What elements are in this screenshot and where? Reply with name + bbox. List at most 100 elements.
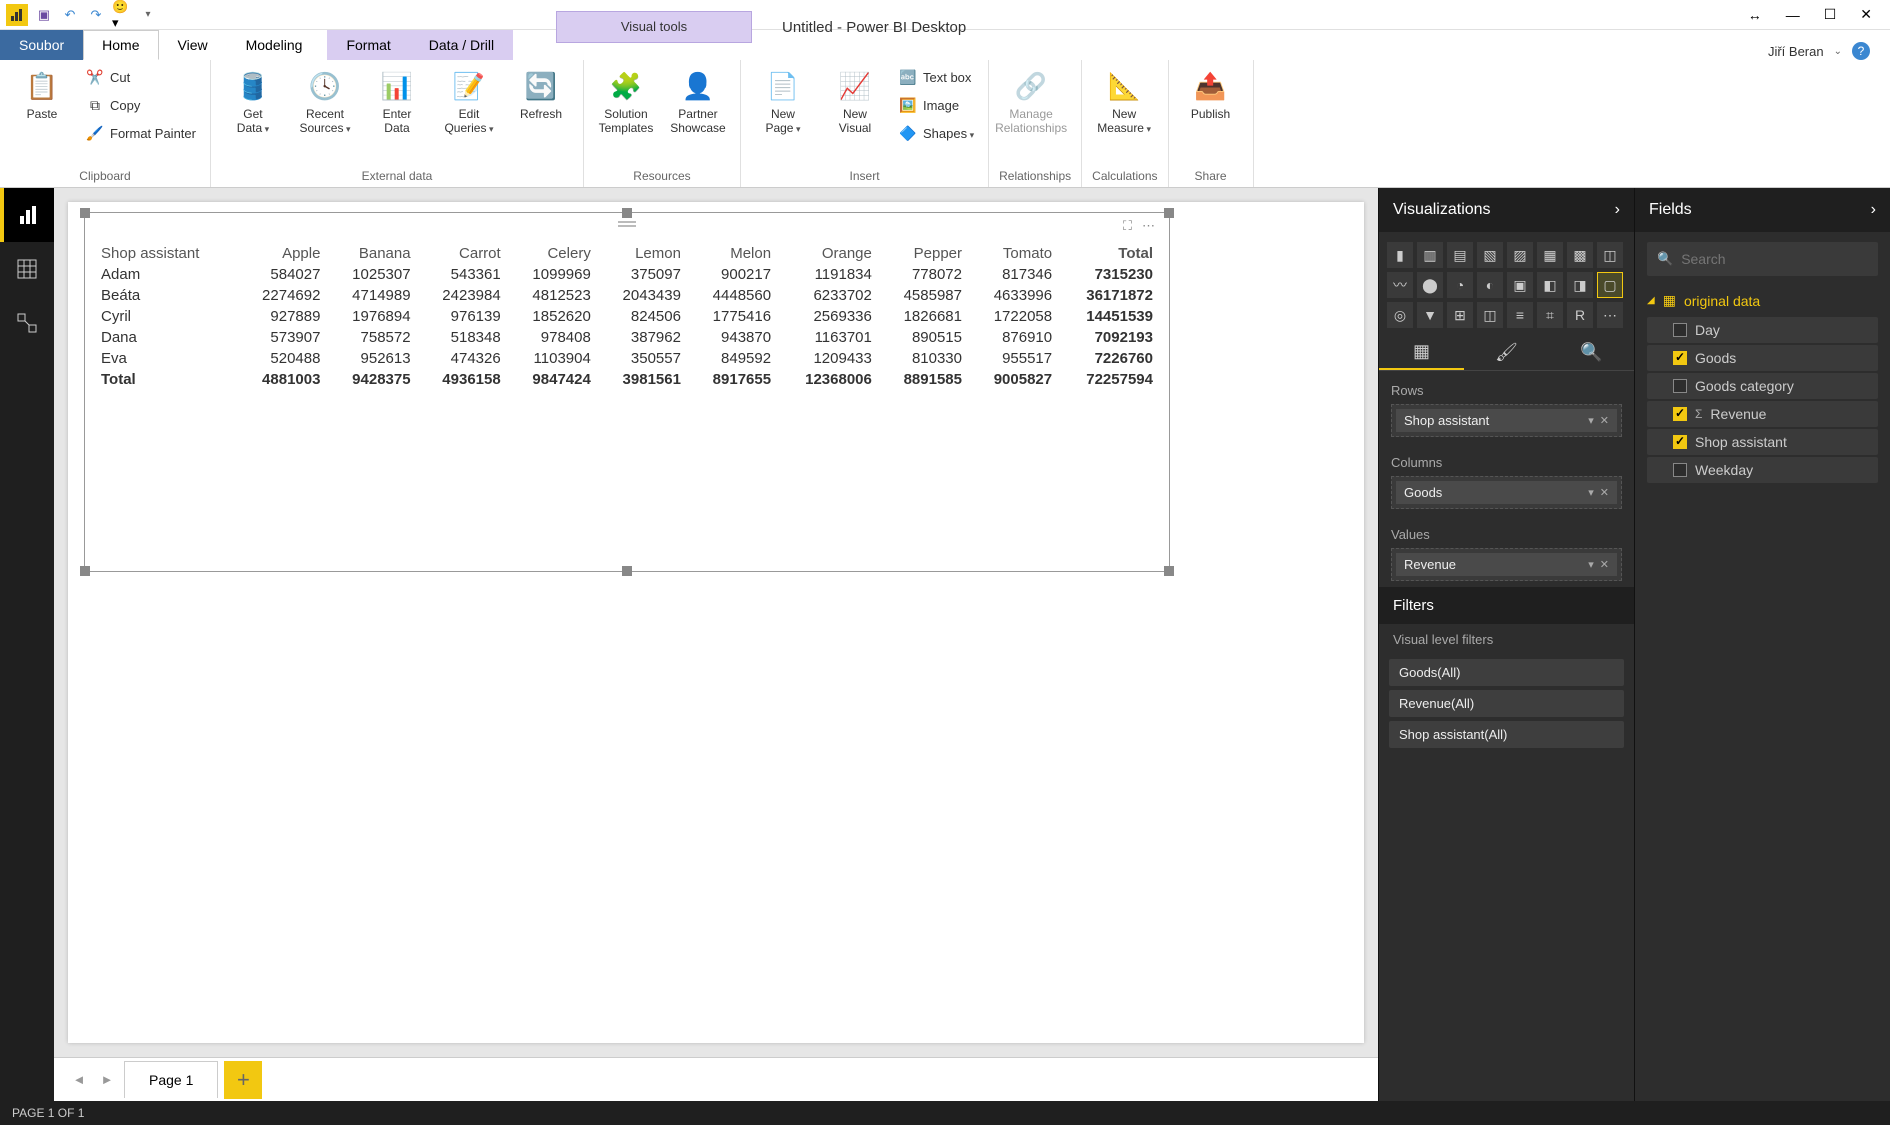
columns-item[interactable]: Goods▾✕ <box>1396 481 1617 504</box>
page-tab-1[interactable]: Page 1 <box>124 1061 218 1098</box>
report-canvas[interactable]: ⛶ ⋯ Shop assistantAppleBananaCarrotCeler… <box>68 202 1364 1043</box>
viz-type-icon[interactable]: ▦ <box>1537 242 1563 268</box>
qat-dropdown-icon[interactable]: ▾ <box>138 5 158 25</box>
viz-type-icon[interactable]: ▥ <box>1417 242 1443 268</box>
model-view-button[interactable] <box>0 296 54 350</box>
matrix-visual[interactable]: ⛶ ⋯ Shop assistantAppleBananaCarrotCeler… <box>84 212 1170 572</box>
fields-search[interactable]: 🔍 <box>1647 242 1878 276</box>
filter-item[interactable]: Goods(All) <box>1389 659 1624 686</box>
checkbox-icon[interactable] <box>1673 351 1687 365</box>
checkbox-icon[interactable] <box>1673 407 1687 421</box>
checkbox-icon[interactable] <box>1673 379 1687 393</box>
publish-button[interactable]: 📤Publish <box>1179 64 1243 122</box>
text-box-button[interactable]: 🔤Text box <box>895 64 978 90</box>
get-data-button[interactable]: 🛢️GetData <box>221 64 285 136</box>
tab-modeling[interactable]: Modeling <box>227 30 322 60</box>
cut-button[interactable]: ✂️Cut <box>82 64 200 90</box>
chevron-right-icon[interactable]: › <box>1615 201 1620 219</box>
more-options-icon[interactable]: ⋯ <box>1142 218 1155 234</box>
viz-type-icon[interactable]: ⊞ <box>1447 302 1473 328</box>
copy-button[interactable]: ⧉Copy <box>82 92 200 118</box>
fields-tab[interactable]: ▦ <box>1379 334 1464 370</box>
viz-type-icon[interactable]: ◫ <box>1597 242 1623 268</box>
viz-type-icon[interactable]: ⌗ <box>1537 302 1563 328</box>
viz-type-icon[interactable]: ⬤ <box>1417 272 1443 298</box>
viz-type-icon[interactable]: ◔ <box>1447 272 1473 298</box>
viz-type-icon[interactable]: ▨ <box>1507 242 1533 268</box>
field-row[interactable]: Weekday <box>1647 457 1878 483</box>
resize-icon[interactable]: ↔ <box>1748 7 1762 23</box>
filter-item[interactable]: Shop assistant(All) <box>1389 721 1624 748</box>
tab-data-drill[interactable]: Data / Drill <box>410 30 513 60</box>
data-view-button[interactable] <box>0 242 54 296</box>
focus-mode-icon[interactable]: ⛶ <box>1123 218 1132 234</box>
viz-type-icon[interactable]: ◐ <box>1477 272 1503 298</box>
format-tab[interactable]: 🖌 <box>1464 334 1549 370</box>
visualizations-header[interactable]: Visualizations › <box>1379 188 1634 232</box>
new-page-button[interactable]: 📄NewPage <box>751 64 815 136</box>
field-row[interactable]: Goods category <box>1647 373 1878 399</box>
page-next-button[interactable]: ► <box>96 1072 118 1087</box>
viz-type-icon[interactable]: ◎ <box>1387 302 1413 328</box>
viz-type-icon[interactable]: ▼ <box>1417 302 1443 328</box>
redo-icon[interactable]: ↷ <box>86 5 106 25</box>
format-painter-button[interactable]: 🖌️Format Painter <box>82 120 200 146</box>
smiley-icon[interactable]: 🙂▾ <box>112 5 132 25</box>
field-row[interactable]: Day <box>1647 317 1878 343</box>
minimize-icon[interactable]: — <box>1786 7 1800 23</box>
rows-item[interactable]: Shop assistant▾✕ <box>1396 409 1617 432</box>
search-input[interactable] <box>1681 251 1868 267</box>
tab-view[interactable]: View <box>159 30 227 60</box>
edit-queries-button[interactable]: 📝EditQueries <box>437 64 501 136</box>
undo-icon[interactable]: ↶ <box>60 5 80 25</box>
refresh-button[interactable]: 🔄Refresh <box>509 64 573 122</box>
field-row[interactable]: Shop assistant <box>1647 429 1878 455</box>
chevron-right-icon[interactable]: › <box>1871 201 1876 219</box>
partner-showcase-button[interactable]: 👤PartnerShowcase <box>666 64 730 136</box>
values-well[interactable]: Revenue▾✕ <box>1391 548 1622 581</box>
viz-type-icon[interactable]: ◫ <box>1477 302 1503 328</box>
filter-item[interactable]: Revenue(All) <box>1389 690 1624 717</box>
viz-type-icon[interactable]: ◨ <box>1567 272 1593 298</box>
chevron-down-icon[interactable]: ⌄ <box>1834 46 1842 57</box>
viz-type-icon[interactable]: ▢ <box>1597 272 1623 298</box>
new-visual-button[interactable]: 📈NewVisual <box>823 64 887 136</box>
checkbox-icon[interactable] <box>1673 323 1687 337</box>
report-view-button[interactable] <box>0 188 54 242</box>
paste-button[interactable]: 📋 Paste <box>10 64 74 122</box>
maximize-icon[interactable]: ☐ <box>1824 6 1837 23</box>
user-name[interactable]: Jiří Beran <box>1768 44 1824 59</box>
checkbox-icon[interactable] <box>1673 435 1687 449</box>
viz-type-icon[interactable]: ▣ <box>1507 272 1533 298</box>
tab-home[interactable]: Home <box>83 30 158 60</box>
viz-type-icon[interactable]: ▤ <box>1447 242 1473 268</box>
viz-type-icon[interactable]: ▧ <box>1477 242 1503 268</box>
recent-sources-button[interactable]: 🕓RecentSources <box>293 64 357 136</box>
checkbox-icon[interactable] <box>1673 463 1687 477</box>
new-measure-button[interactable]: 📐NewMeasure <box>1092 64 1156 136</box>
page-prev-button[interactable]: ◄ <box>68 1072 90 1087</box>
shapes-button[interactable]: 🔷Shapes <box>895 120 978 146</box>
viz-type-icon[interactable]: ⋯ <box>1597 302 1623 328</box>
viz-type-icon[interactable]: ◧ <box>1537 272 1563 298</box>
field-row[interactable]: Goods <box>1647 345 1878 371</box>
viz-type-icon[interactable]: R <box>1567 302 1593 328</box>
viz-type-icon[interactable]: ▩ <box>1567 242 1593 268</box>
analytics-tab[interactable]: 🔍 <box>1549 334 1634 370</box>
close-icon[interactable]: ✕ <box>1860 6 1872 23</box>
viz-type-icon[interactable]: ≡ <box>1507 302 1533 328</box>
tab-file[interactable]: Soubor <box>0 30 83 60</box>
save-icon[interactable]: ▣ <box>34 5 54 25</box>
rows-well[interactable]: Shop assistant▾✕ <box>1391 404 1622 437</box>
values-item[interactable]: Revenue▾✕ <box>1396 553 1617 576</box>
viz-type-icon[interactable]: ▮ <box>1387 242 1413 268</box>
help-icon[interactable]: ? <box>1852 42 1870 60</box>
tab-format[interactable]: Format <box>327 30 409 60</box>
fields-header[interactable]: Fields › <box>1635 188 1890 232</box>
solution-templates-button[interactable]: 🧩SolutionTemplates <box>594 64 658 136</box>
table-original-data[interactable]: ◢ ▦ original data <box>1647 286 1878 315</box>
add-page-button[interactable]: + <box>224 1061 262 1099</box>
columns-well[interactable]: Goods▾✕ <box>1391 476 1622 509</box>
viz-type-icon[interactable]: 〰 <box>1387 272 1413 298</box>
filters-header[interactable]: Filters <box>1379 587 1634 624</box>
